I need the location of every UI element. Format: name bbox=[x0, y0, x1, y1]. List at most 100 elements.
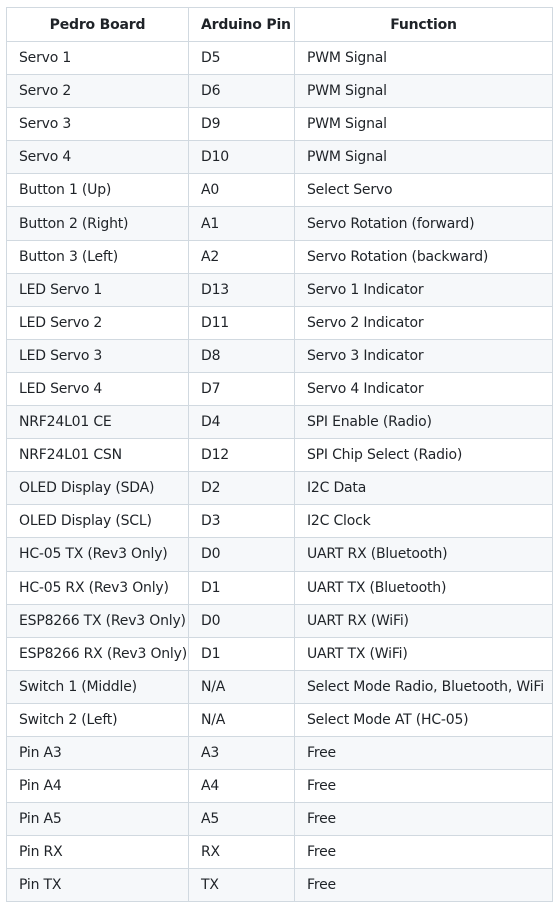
pedro-board-cell: ESP8266 TX (Rev3 Only) bbox=[6, 603, 189, 638]
arduino-pin-cell: D7 bbox=[188, 371, 295, 407]
pedro-board-cell: OLED Display (SDA) bbox=[6, 471, 189, 506]
function-cell: UART RX (WiFi) bbox=[294, 603, 553, 638]
table-row: NRF24L01 CSN D12 SPI Chip Select (Radio) bbox=[6, 438, 553, 473]
table-row: LED Servo 2 D11 Servo 2 Indicator bbox=[6, 305, 553, 340]
arduino-pin-cell: D5 bbox=[188, 40, 295, 76]
pedro-board-cell: ESP8266 RX (Rev3 Only) bbox=[6, 636, 189, 671]
pedro-board-cell: HC-05 TX (Rev3 Only) bbox=[6, 537, 189, 572]
function-cell: I2C Clock bbox=[294, 504, 553, 539]
table-row: LED Servo 4 D7 Servo 4 Indicator bbox=[6, 371, 553, 407]
arduino-pin-cell: D8 bbox=[188, 338, 295, 373]
function-cell: Servo Rotation (forward) bbox=[294, 206, 553, 241]
function-cell: PWM Signal bbox=[294, 107, 553, 142]
function-cell: PWM Signal bbox=[294, 40, 553, 76]
pedro-board-cell: Switch 1 (Middle) bbox=[6, 669, 189, 704]
pedro-board-cell: NRF24L01 CSN bbox=[6, 438, 189, 473]
table-row: OLED Display (SCL) D3 I2C Clock bbox=[6, 504, 553, 539]
pedro-board-cell: Button 1 (Up) bbox=[6, 173, 189, 208]
table-row: Switch 1 (Middle) N/A Select Mode Radio, B… bbox=[6, 669, 553, 704]
table-row: NRF24L01 CE D4 SPI Enable (Radio) bbox=[6, 405, 553, 440]
function-cell: UART RX (Bluetooth) bbox=[294, 537, 553, 572]
function-cell: Free bbox=[294, 769, 553, 804]
pedro-board-cell: Servo 2 bbox=[6, 74, 189, 109]
arduino-pin-cell: A1 bbox=[188, 206, 295, 241]
arduino-pin-cell: D0 bbox=[188, 603, 295, 638]
table-row: Servo 2 D6 PWM Signal bbox=[6, 74, 553, 109]
pedro-board-cell: Button 3 (Left) bbox=[6, 239, 189, 274]
header-row: Pedro Board Arduino Pin Function bbox=[6, 7, 553, 42]
table-row: HC-05 RX (Rev3 Only) D1 UART TX (Bluetooth… bbox=[6, 570, 553, 605]
table-row: Switch 2 (Left) N/A Select Mode AT (HC-05) bbox=[6, 702, 553, 737]
arduino-pin-cell: D1 bbox=[188, 570, 295, 605]
arduino-pin-cell: D4 bbox=[188, 405, 295, 440]
table-row: Servo 4 D10 PWM Signal bbox=[6, 140, 553, 175]
header-pedro-board: Pedro Board bbox=[6, 7, 189, 42]
table-row: LED Servo 3 D8 Servo 3 Indicator bbox=[6, 338, 553, 373]
pedro-board-cell: Servo 4 bbox=[6, 140, 189, 175]
function-cell: Free bbox=[294, 835, 553, 870]
header-function: Function bbox=[294, 7, 553, 42]
table-body: Servo 1 D5 PWM Signal Servo 2 D6 PWM Signal Se… bbox=[6, 40, 553, 903]
table-row: Button 1 (Up) A0 Select Servo bbox=[6, 173, 553, 208]
table-row: Button 3 (Left) A2 Servo Rotation (backwar… bbox=[6, 239, 553, 274]
arduino-pin-cell: N/A bbox=[188, 702, 295, 737]
arduino-pin-cell: D11 bbox=[188, 305, 295, 340]
arduino-pin-cell: D12 bbox=[188, 438, 295, 473]
function-cell: Free bbox=[294, 802, 553, 837]
arduino-pin-cell: D1 bbox=[188, 636, 295, 671]
function-cell: Servo Rotation (backward) bbox=[294, 239, 553, 274]
function-cell: UART TX (Bluetooth) bbox=[294, 570, 553, 605]
table-row: Pin A3 A3 Free bbox=[6, 735, 553, 771]
pedro-board-cell: LED Servo 3 bbox=[6, 338, 189, 373]
arduino-pin-cell: D9 bbox=[188, 107, 295, 142]
function-cell: Free bbox=[294, 735, 553, 771]
table-row: LED Servo 1 D13 Servo 1 Indicator bbox=[6, 272, 553, 307]
pedro-board-cell: NRF24L01 CE bbox=[6, 405, 189, 440]
table-row: OLED Display (SDA) D2 I2C Data bbox=[6, 471, 553, 506]
table-row: Servo 1 D5 PWM Signal bbox=[6, 40, 553, 76]
pedro-board-cell: LED Servo 1 bbox=[6, 272, 189, 307]
function-cell: PWM Signal bbox=[294, 74, 553, 109]
function-cell: SPI Enable (Radio) bbox=[294, 405, 553, 440]
table-row: Pin A4 A4 Free bbox=[6, 769, 553, 804]
table-row: ESP8266 RX (Rev3 Only) D1 UART TX (WiFi) bbox=[6, 636, 553, 671]
table-row: Pin RX RX Free bbox=[6, 835, 553, 870]
arduino-pin-cell: A5 bbox=[188, 802, 295, 837]
arduino-pin-cell: D6 bbox=[188, 74, 295, 109]
function-cell: Select Mode AT (HC-05) bbox=[294, 702, 553, 737]
pedro-board-cell: Servo 3 bbox=[6, 107, 189, 142]
arduino-pin-cell: D2 bbox=[188, 471, 295, 506]
pedro-board-cell: Pin A4 bbox=[6, 769, 189, 804]
arduino-pin-cell: D10 bbox=[188, 140, 295, 175]
pin-mapping-table: Pedro Board Arduino Pin Function Servo 1… bbox=[6, 7, 553, 903]
arduino-pin-cell: D3 bbox=[188, 504, 295, 539]
function-cell: Free bbox=[294, 868, 553, 903]
pedro-board-cell: LED Servo 4 bbox=[6, 371, 189, 407]
pedro-board-cell: Servo 1 bbox=[6, 40, 189, 76]
pedro-board-cell: Pin TX bbox=[6, 868, 189, 903]
pedro-board-cell: Switch 2 (Left) bbox=[6, 702, 189, 737]
arduino-pin-cell: TX bbox=[188, 868, 295, 903]
arduino-pin-cell: A2 bbox=[188, 239, 295, 274]
function-cell: I2C Data bbox=[294, 471, 553, 506]
function-cell: Servo 1 Indicator bbox=[294, 272, 553, 307]
table-row: HC-05 TX (Rev3 Only) D0 UART RX (Bluetooth… bbox=[6, 537, 553, 572]
arduino-pin-cell: A0 bbox=[188, 173, 295, 208]
table-row: Button 2 (Right) A1 Servo Rotation (forwar… bbox=[6, 206, 553, 241]
arduino-pin-cell: D13 bbox=[188, 272, 295, 307]
pedro-board-cell: Button 2 (Right) bbox=[6, 206, 189, 241]
pedro-board-cell: Pin A3 bbox=[6, 735, 189, 771]
pedro-board-cell: Pin A5 bbox=[6, 802, 189, 837]
table-header: Pedro Board Arduino Pin Function bbox=[6, 7, 553, 42]
function-cell: PWM Signal bbox=[294, 140, 553, 175]
table-row: Pin A5 A5 Free bbox=[6, 802, 553, 837]
function-cell: Servo 3 Indicator bbox=[294, 338, 553, 373]
arduino-pin-cell: N/A bbox=[188, 669, 295, 704]
pedro-board-cell: Pin RX bbox=[6, 835, 189, 870]
function-cell: UART TX (WiFi) bbox=[294, 636, 553, 671]
arduino-pin-cell: RX bbox=[188, 835, 295, 870]
function-cell: SPI Chip Select (Radio) bbox=[294, 438, 553, 473]
function-cell: Select Mode Radio, Bluetooth, WiFi bbox=[294, 669, 553, 704]
function-cell: Servo 2 Indicator bbox=[294, 305, 553, 340]
arduino-pin-cell: A4 bbox=[188, 769, 295, 804]
